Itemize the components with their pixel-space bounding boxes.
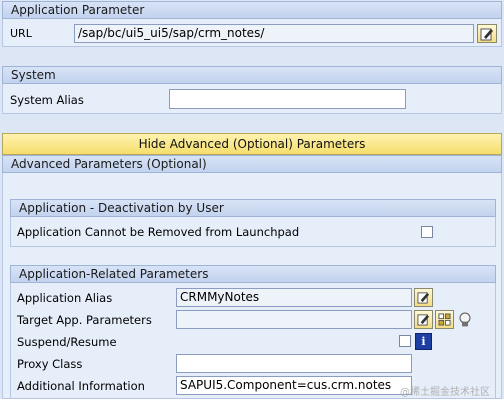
watermark: @稀土掘金技术社区 [400,387,490,398]
cannot-remove-label: Application Cannot be Removed from Launc… [17,225,300,239]
system-alias-field[interactable] [169,89,406,109]
application-alias-field[interactable]: CRMMyNotes [176,288,412,307]
application-alias-edit-button[interactable] [414,288,433,307]
proxy-class-label: Proxy Class [17,357,83,371]
cannot-remove-checkbox[interactable] [421,226,433,238]
deactivation-header: Application - Deactivation by User [10,199,496,217]
url-field[interactable]: /sap/bc/ui5_ui5/sap/crm_notes/ [74,24,474,43]
target-app-params-field[interactable] [176,310,412,329]
suspend-resume-checkbox[interactable] [399,335,411,347]
url-label: URL [10,27,32,40]
application-parameter-header: Application Parameter [2,1,502,19]
target-app-params-label: Target App. Parameters [17,313,152,327]
app-related-params-title: Application-Related Parameters [19,267,209,281]
system-title: System [11,68,56,82]
additional-information-field[interactable]: SAPUI5.Component=cus.crm.notes [176,376,412,395]
info-icon[interactable]: i [415,333,432,350]
system-alias-label: System Alias [10,93,84,107]
lightbulb-icon[interactable] [458,311,472,329]
deactivation-title: Application - Deactivation by User [19,201,224,215]
advanced-parameters-header: Advanced Parameters (Optional) [2,155,502,173]
application-alias-label: Application Alias [17,291,113,305]
target-app-params-edit-button[interactable] [414,310,433,329]
app-related-params-header: Application-Related Parameters [10,265,496,283]
proxy-class-field[interactable] [176,354,412,373]
parameter-grid-icon [438,313,451,326]
edit-pencil-icon [480,28,493,40]
edit-pencil-icon [417,292,430,304]
target-app-params-grid-button[interactable] [435,310,454,329]
edit-pencil-icon [417,314,430,326]
url-edit-button[interactable] [477,24,497,43]
suspend-resume-label: Suspend/Resume [17,335,117,349]
additional-information-label: Additional Information [17,379,145,393]
application-parameter-title: Application Parameter [11,3,145,17]
hide-advanced-parameters-button[interactable]: Hide Advanced (Optional) Parameters [2,133,502,155]
advanced-parameters-title: Advanced Parameters (Optional) [11,157,207,171]
system-header: System [2,66,502,84]
